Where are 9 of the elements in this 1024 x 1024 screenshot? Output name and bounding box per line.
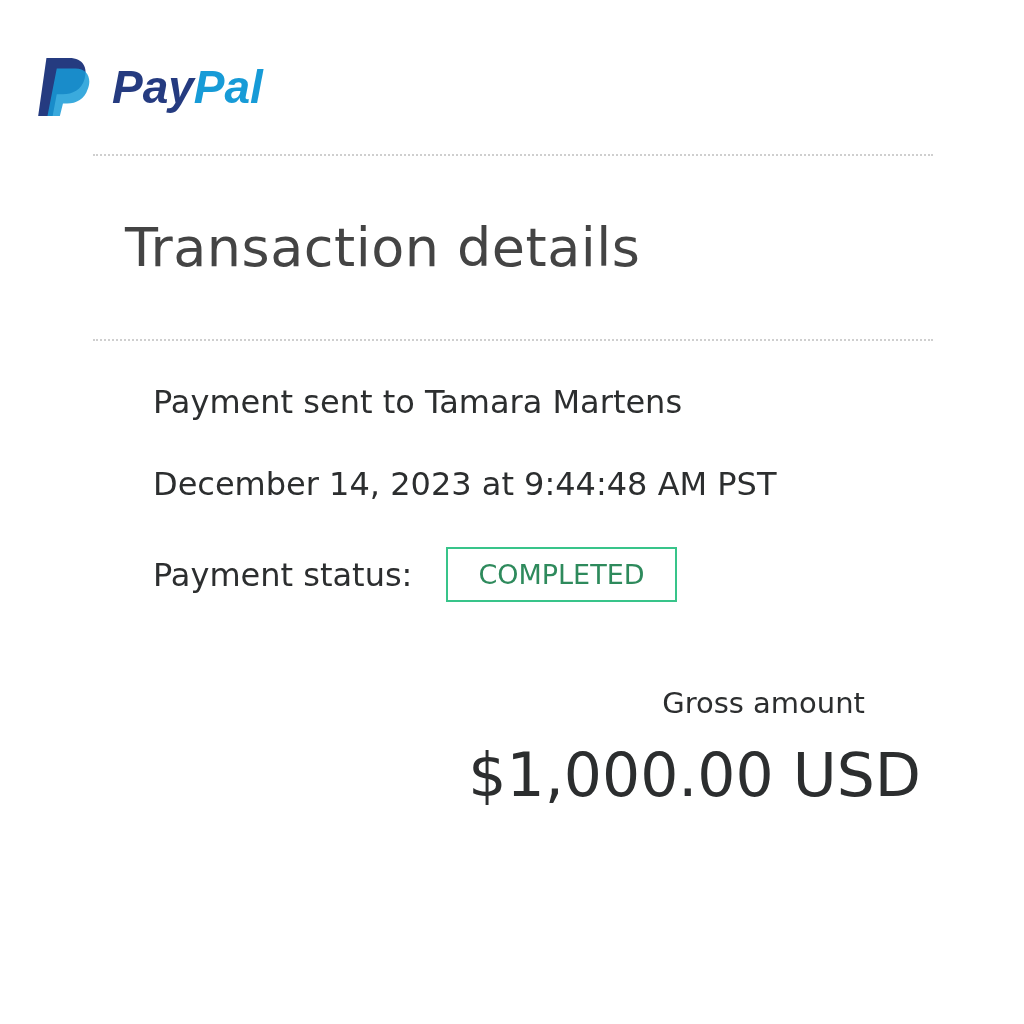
page-title: Transaction details xyxy=(125,216,642,279)
paypal-wordmark: PayPal xyxy=(112,60,263,114)
detail-text: Payment sent to Tamara Martens xyxy=(153,383,684,421)
paypal-logo-icon xyxy=(38,56,90,118)
detail-text: December 14, 2023 at 9:44:48 AM PST xyxy=(153,465,778,503)
gross-amount-label: Gross amount xyxy=(662,686,865,720)
gross-amount-value: $1,000.00 USD xyxy=(468,740,921,810)
status-badge: COMPLETED xyxy=(446,547,677,602)
status-label: Payment status: xyxy=(153,555,413,594)
